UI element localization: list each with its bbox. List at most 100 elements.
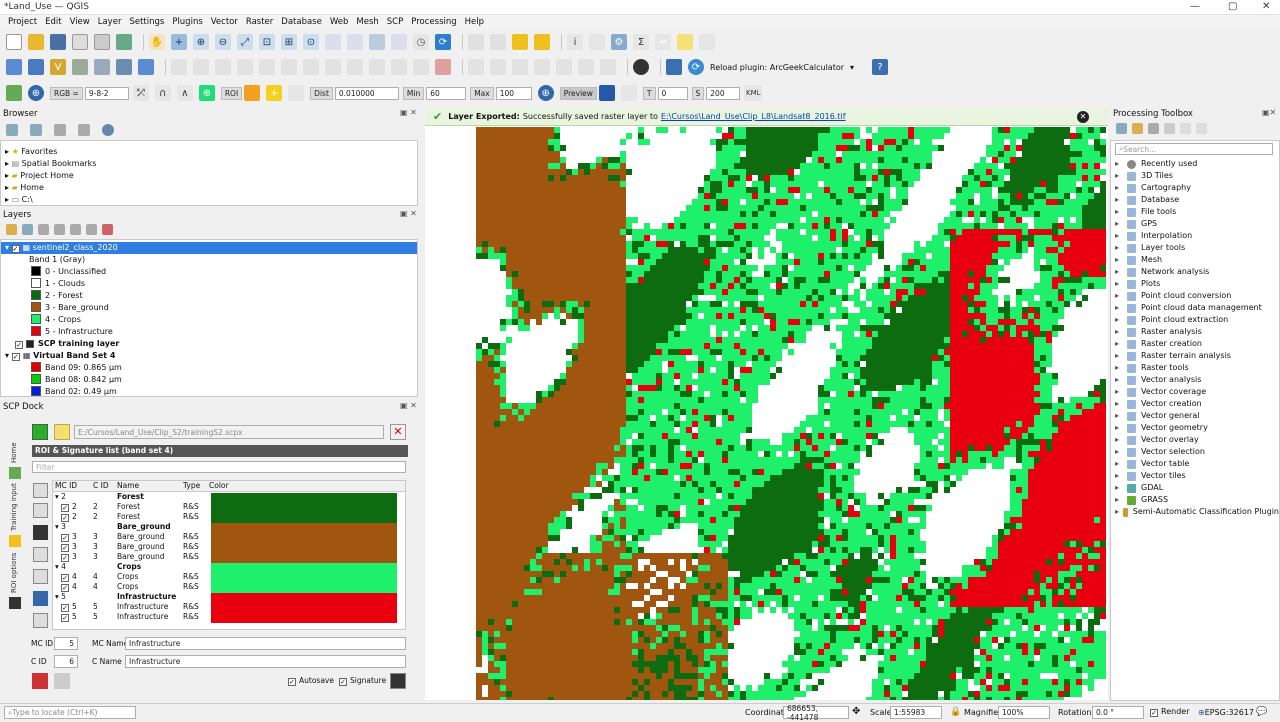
- menu-view[interactable]: View: [66, 17, 94, 27]
- refresh-icon[interactable]: ⟳: [435, 34, 451, 50]
- chevron-down-icon[interactable]: ▾: [850, 63, 854, 72]
- save-project-icon[interactable]: [50, 34, 66, 50]
- redo-preview-icon[interactable]: [620, 85, 637, 101]
- refresh-browser-icon[interactable]: [30, 124, 42, 136]
- style-icon[interactable]: [6, 224, 17, 235]
- header-name[interactable]: Name: [117, 481, 183, 491]
- decorations-icon[interactable]: [699, 34, 715, 50]
- browser-item-home[interactable]: ▸ ▰ Home: [5, 182, 417, 194]
- add-wfs-icon[interactable]: [138, 59, 154, 75]
- add-layer-icon[interactable]: [6, 59, 22, 75]
- redo-roi-icon[interactable]: [288, 85, 305, 101]
- close-window-button[interactable]: ✕: [1262, 1, 1270, 12]
- layer-virtual-band-set[interactable]: ▾ ✓ ▦ Virtual Band Set 4: [1, 350, 417, 362]
- digitize-icon[interactable]: [468, 34, 484, 50]
- temporal-controller-icon[interactable]: ◷: [413, 34, 429, 50]
- zoom-native-icon[interactable]: ⊙: [303, 34, 319, 50]
- tab-training-input[interactable]: Training input: [10, 483, 18, 531]
- python-console-icon[interactable]: [666, 59, 682, 75]
- select-features-icon[interactable]: [512, 34, 528, 50]
- maximize-button[interactable]: ▢: [1228, 1, 1237, 12]
- cumulative-stretch-icon[interactable]: ∩: [154, 85, 171, 101]
- remove-training-icon[interactable]: ✕: [390, 424, 406, 440]
- mc-id-input[interactable]: 5: [54, 637, 78, 650]
- roi-pointer-icon[interactable]: [244, 85, 261, 101]
- color-block-crops[interactable]: [211, 563, 397, 593]
- browser-item-bookmarks[interactable]: ▸ ▤ Spatial Bookmarks: [5, 158, 417, 170]
- annotation-icon[interactable]: [677, 34, 693, 50]
- undo-save-icon[interactable]: [32, 673, 48, 689]
- save-roi-icon[interactable]: [54, 673, 70, 689]
- open-training-icon[interactable]: [32, 424, 48, 440]
- menu-edit[interactable]: Edit: [41, 17, 65, 27]
- remove-layer-icon[interactable]: [102, 224, 113, 235]
- panel-close-icon[interactable]: ▣ ✕: [400, 108, 417, 117]
- s-input[interactable]: 200: [706, 86, 741, 100]
- scp-close-icon[interactable]: ▣ ✕: [400, 401, 417, 410]
- add-spatialite-icon[interactable]: [94, 59, 110, 75]
- zoom-full-icon[interactable]: ⤢: [237, 34, 253, 50]
- reload-plugin-button[interactable]: Reload plugin: ArcGeekCalculator: [710, 63, 844, 72]
- pan-to-selection-icon[interactable]: +: [171, 34, 187, 50]
- menu-plugins[interactable]: Plugins: [168, 17, 206, 27]
- merge-icon[interactable]: [33, 503, 48, 518]
- signature-checkbox[interactable]: ✓ Signature: [339, 676, 386, 686]
- roi-options-icon[interactable]: [9, 597, 21, 609]
- mc-name-input[interactable]: Infrastructure: [125, 637, 406, 650]
- layout-manager-icon[interactable]: [94, 34, 110, 50]
- browser-item-c-drive[interactable]: ▸ ▭ C:\: [5, 194, 417, 206]
- new-map-view-icon[interactable]: [369, 34, 385, 50]
- open-attribute-table-icon[interactable]: [589, 34, 605, 50]
- visibility-icon[interactable]: [38, 224, 49, 235]
- menu-vector[interactable]: Vector: [207, 17, 242, 27]
- menu-database[interactable]: Database: [277, 17, 326, 27]
- max-input[interactable]: 100: [495, 86, 532, 100]
- header-type[interactable]: Type: [183, 481, 209, 491]
- preview-pointer-icon[interactable]: [598, 85, 615, 101]
- min-input[interactable]: 60: [426, 86, 467, 100]
- menu-settings[interactable]: Settings: [125, 17, 168, 27]
- color-block-bare-ground[interactable]: [211, 523, 397, 563]
- preview-button[interactable]: Preview: [559, 86, 597, 100]
- add-vector-icon[interactable]: V: [50, 59, 66, 75]
- add-wms-icon[interactable]: [116, 59, 132, 75]
- layer-scp-training[interactable]: ✓ SCP training layer: [1, 338, 417, 350]
- training-tab-icon[interactable]: [9, 535, 21, 547]
- home-tab-icon[interactable]: [9, 467, 21, 479]
- add-group-icon[interactable]: [22, 224, 33, 235]
- minimize-button[interactable]: —: [1190, 1, 1200, 12]
- add-selected-icon[interactable]: [6, 124, 18, 136]
- new-print-layout-icon[interactable]: [72, 34, 88, 50]
- measure-icon[interactable]: ━: [655, 34, 671, 50]
- tab-roi-options[interactable]: ROI options: [10, 553, 18, 593]
- std-stretch-icon[interactable]: ∧: [176, 85, 193, 101]
- t-input[interactable]: 0: [657, 86, 688, 100]
- local-stretch-icon[interactable]: ⤱: [132, 85, 149, 101]
- plot-icon[interactable]: [33, 547, 48, 562]
- classification-raster[interactable]: [476, 127, 1106, 700]
- open-project-icon[interactable]: [28, 34, 44, 50]
- collapse-all-icon[interactable]: [86, 224, 97, 235]
- zoom-next-icon[interactable]: [347, 34, 363, 50]
- zoom-image-icon[interactable]: ⊕: [28, 85, 44, 101]
- tab-home[interactable]: Home: [10, 442, 18, 463]
- filter-legend-icon[interactable]: [54, 224, 65, 235]
- plugin-help-icon[interactable]: ?: [872, 59, 889, 75]
- new-3d-view-icon[interactable]: [391, 34, 407, 50]
- header-color[interactable]: Color: [209, 481, 269, 491]
- zoom-layer-icon[interactable]: ⊞: [281, 34, 297, 50]
- select-by-value-icon[interactable]: [534, 34, 550, 50]
- zoom-last-icon[interactable]: [325, 34, 341, 50]
- identify-icon[interactable]: i: [567, 34, 583, 50]
- signature-filter-input[interactable]: Filter: [32, 461, 406, 473]
- header-mcid[interactable]: MC ID: [53, 481, 93, 491]
- rgb-combo[interactable]: 9-8-2: [84, 86, 129, 100]
- menu-raster[interactable]: Raster: [242, 17, 277, 27]
- c-id-input[interactable]: 6: [54, 655, 78, 668]
- layers-close-icon[interactable]: ▣ ✕: [400, 209, 417, 218]
- autosave-checkbox[interactable]: ✓ Autosave: [288, 676, 334, 686]
- zoom-selection-icon[interactable]: ⊡: [259, 34, 275, 50]
- zoom-roi-icon[interactable]: ⊕: [198, 85, 215, 101]
- edit-icon[interactable]: [490, 34, 506, 50]
- statistics-icon[interactable]: Σ: [633, 34, 649, 50]
